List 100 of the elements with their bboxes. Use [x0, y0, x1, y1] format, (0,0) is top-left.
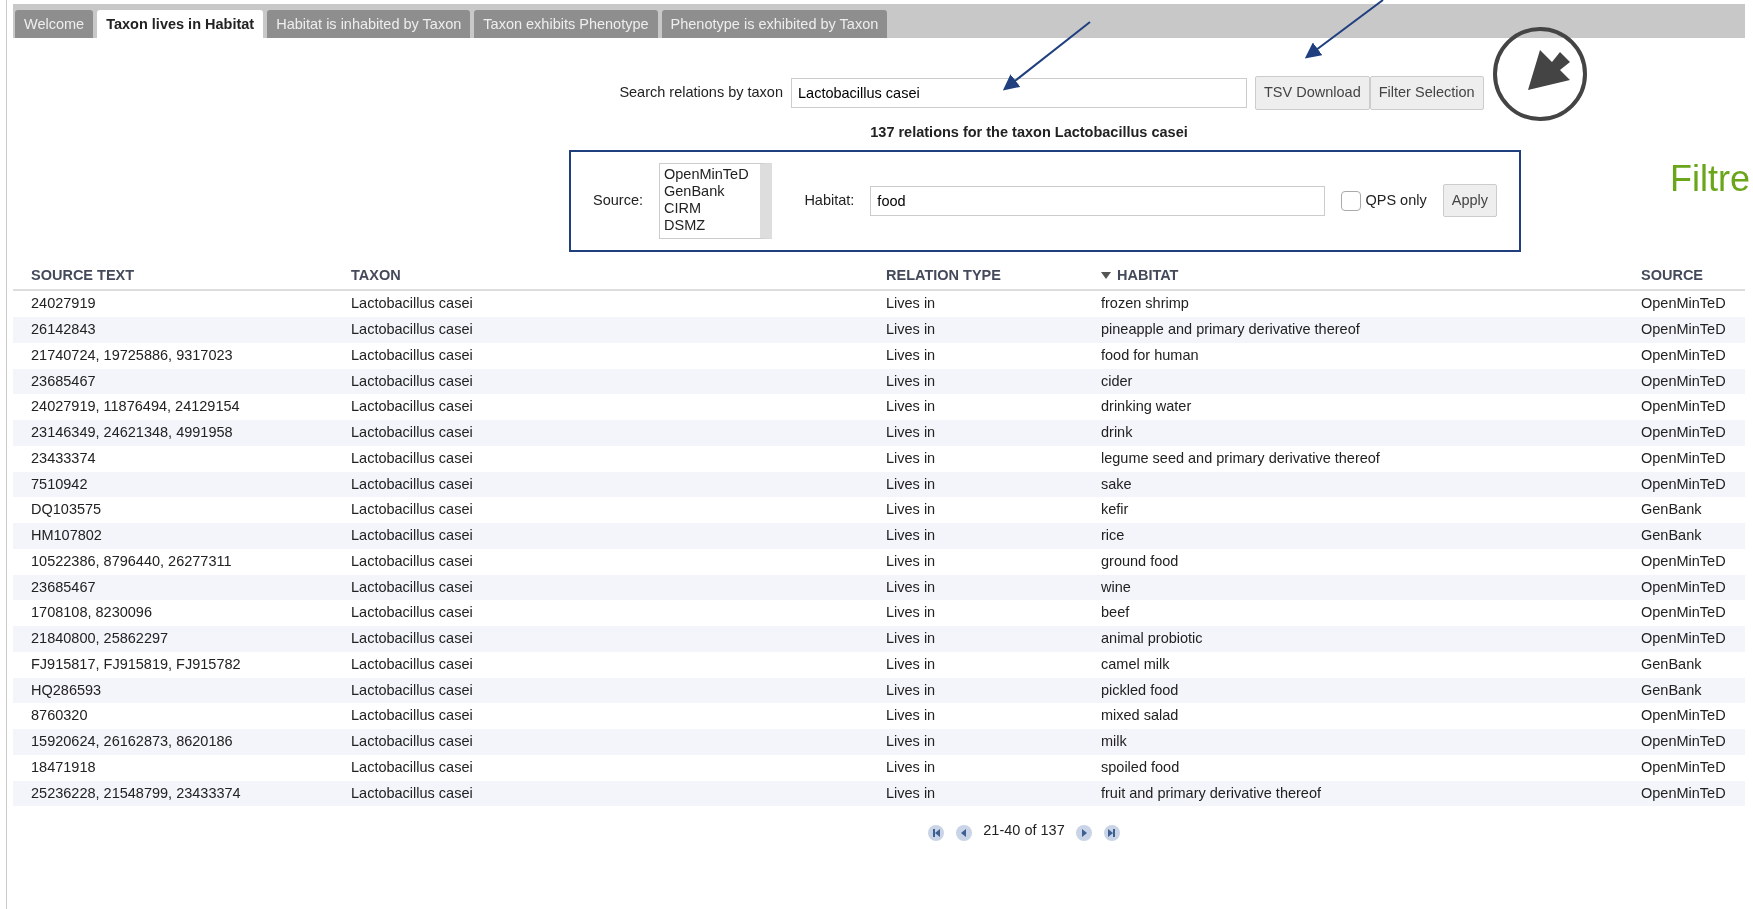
table-cell: OpenMinTeD	[1623, 445, 1745, 472]
table-cell: 25236228, 21548799, 23433374	[13, 780, 333, 807]
table-cell: 10522386, 8796440, 26277311	[13, 548, 333, 575]
column-header[interactable]: RELATION TYPE	[868, 261, 1083, 291]
table-cell: 24027919, 11876494, 24129154	[13, 394, 333, 420]
qps-label: QPS only	[1365, 190, 1427, 210]
annotation-text: Filtre	[1670, 157, 1750, 201]
table-cell: Lives in	[868, 523, 1083, 549]
table-cell: pickled food	[1083, 677, 1623, 704]
table-cell: Lives in	[868, 471, 1083, 498]
table-cell: OpenMinTeD	[1623, 290, 1745, 317]
table-cell: Lactobacillus casei	[333, 703, 868, 729]
column-header[interactable]: HABITAT	[1083, 261, 1623, 291]
table-cell: rice	[1083, 523, 1623, 549]
filter-button[interactable]: Filter Selection	[1369, 76, 1484, 110]
table-cell: Lactobacillus casei	[333, 677, 868, 704]
result-summary: 137 relations for the taxon Lactobacillus casei	[870, 123, 1188, 140]
table-cell: OpenMinTeD	[1623, 754, 1745, 781]
table-cell: Lactobacillus casei	[333, 445, 868, 472]
previous-page-icon[interactable]	[955, 822, 974, 841]
table-cell: OpenMinTeD	[1623, 729, 1745, 755]
table-cell: DQ103575	[13, 497, 333, 523]
column-header[interactable]: SOURCE TEXT	[13, 261, 333, 291]
column-header[interactable]: SOURCE	[1623, 261, 1745, 291]
table-cell: legume seed and primary derivative thereof	[1083, 445, 1623, 472]
next-page-icon[interactable]	[1074, 822, 1093, 841]
list-option[interactable]: CIRM	[664, 199, 757, 217]
table-cell: Lactobacillus casei	[333, 342, 868, 369]
table-cell: sake	[1083, 471, 1623, 498]
table-cell: 8760320	[13, 703, 333, 729]
list-option[interactable]: DSMZ	[664, 216, 757, 234]
table-cell: GenBank	[1623, 677, 1745, 704]
table-cell: mixed salad	[1083, 703, 1623, 729]
table-cell: OpenMinTeD	[1623, 420, 1745, 446]
table-cell: cider	[1083, 368, 1623, 395]
table-cell: OpenMinTeD	[1623, 626, 1745, 652]
table-cell: Lives in	[868, 445, 1083, 472]
table-cell: Lives in	[868, 626, 1083, 652]
apply-button[interactable]: Apply	[1442, 183, 1497, 218]
table-cell: Lactobacillus casei	[333, 523, 868, 549]
table-cell: Lives in	[868, 677, 1083, 704]
last-page-icon[interactable]	[1102, 822, 1121, 841]
search-field[interactable]: Lactobacillus casei	[791, 77, 1247, 108]
table-cell: 24027919	[13, 290, 333, 317]
table-cell: drinking water	[1083, 394, 1623, 420]
table-cell: Lactobacillus casei	[333, 290, 868, 317]
table-cell: Lactobacillus casei	[333, 548, 868, 575]
table-cell: Lactobacillus casei	[333, 368, 868, 395]
table-cell: Lactobacillus casei	[333, 754, 868, 781]
table-cell: Lives in	[868, 574, 1083, 601]
table-cell: beef	[1083, 600, 1623, 626]
search-label: Search relations by taxon	[619, 83, 783, 102]
list-option[interactable]: GenBank	[664, 182, 757, 200]
table-cell: OpenMinTeD	[1623, 548, 1745, 575]
table-cell: GenBank	[1623, 651, 1745, 678]
table-cell: OpenMinTeD	[1623, 317, 1745, 343]
table-cell: Lives in	[868, 754, 1083, 781]
table-cell: wine	[1083, 574, 1623, 601]
download-button[interactable]: TSV Download	[1255, 76, 1370, 110]
table-cell: 21840800, 25862297	[13, 626, 333, 652]
table-cell: food for human	[1083, 342, 1623, 369]
table-cell: Lactobacillus casei	[333, 780, 868, 807]
table-cell: Lives in	[868, 394, 1083, 420]
table-cell: spoiled food	[1083, 754, 1623, 781]
habitat-field[interactable]: food	[870, 185, 1326, 216]
table-cell: Lactobacillus casei	[333, 497, 868, 523]
table-cell: Lactobacillus casei	[333, 574, 868, 601]
table-cell: Lives in	[868, 290, 1083, 317]
table-cell: FJ915817, FJ915819, FJ915782	[13, 651, 333, 678]
table-cell: fruit and primary derivative thereof	[1083, 780, 1623, 807]
table-cell: Lives in	[868, 548, 1083, 575]
table-cell: Lives in	[868, 368, 1083, 395]
table-cell: 7510942	[13, 471, 333, 498]
sort-icon	[1101, 272, 1111, 280]
table-cell: milk	[1083, 729, 1623, 755]
page-info: 21-40 of 137	[983, 821, 1065, 841]
table-cell: OpenMinTeD	[1623, 574, 1745, 601]
list-option[interactable]: OpenMinTeD	[664, 165, 757, 183]
table-cell: OpenMinTeD	[1623, 471, 1745, 498]
table-cell: Lives in	[868, 342, 1083, 369]
table-cell: OpenMinTeD	[1623, 368, 1745, 395]
table-cell: 23685467	[13, 368, 333, 395]
table-cell: Lactobacillus casei	[333, 600, 868, 626]
cursor-circle-icon	[1493, 27, 1587, 121]
habitat-label: Habitat:	[804, 190, 855, 210]
column-header[interactable]: TAXON	[333, 261, 868, 291]
table-cell: 21740724, 19725886, 9317023	[13, 342, 333, 369]
table-cell: 23433374	[13, 445, 333, 472]
tab[interactable]: Taxon lives in Habitat	[97, 10, 264, 38]
qps-checkbox[interactable]	[1341, 191, 1362, 212]
table-cell: GenBank	[1623, 497, 1745, 523]
first-page-icon[interactable]	[927, 822, 946, 841]
table-cell: drink	[1083, 420, 1623, 446]
source-list[interactable]: OpenMinTeD GenBank CIRM DSMZ	[659, 162, 773, 239]
table-cell: Lives in	[868, 780, 1083, 807]
table-cell: Lives in	[868, 703, 1083, 729]
table-cell: frozen shrimp	[1083, 290, 1623, 317]
table-cell: Lactobacillus casei	[333, 394, 868, 420]
table-cell: kefir	[1083, 497, 1623, 523]
table-cell: 15920624, 26162873, 8620186	[13, 729, 333, 755]
